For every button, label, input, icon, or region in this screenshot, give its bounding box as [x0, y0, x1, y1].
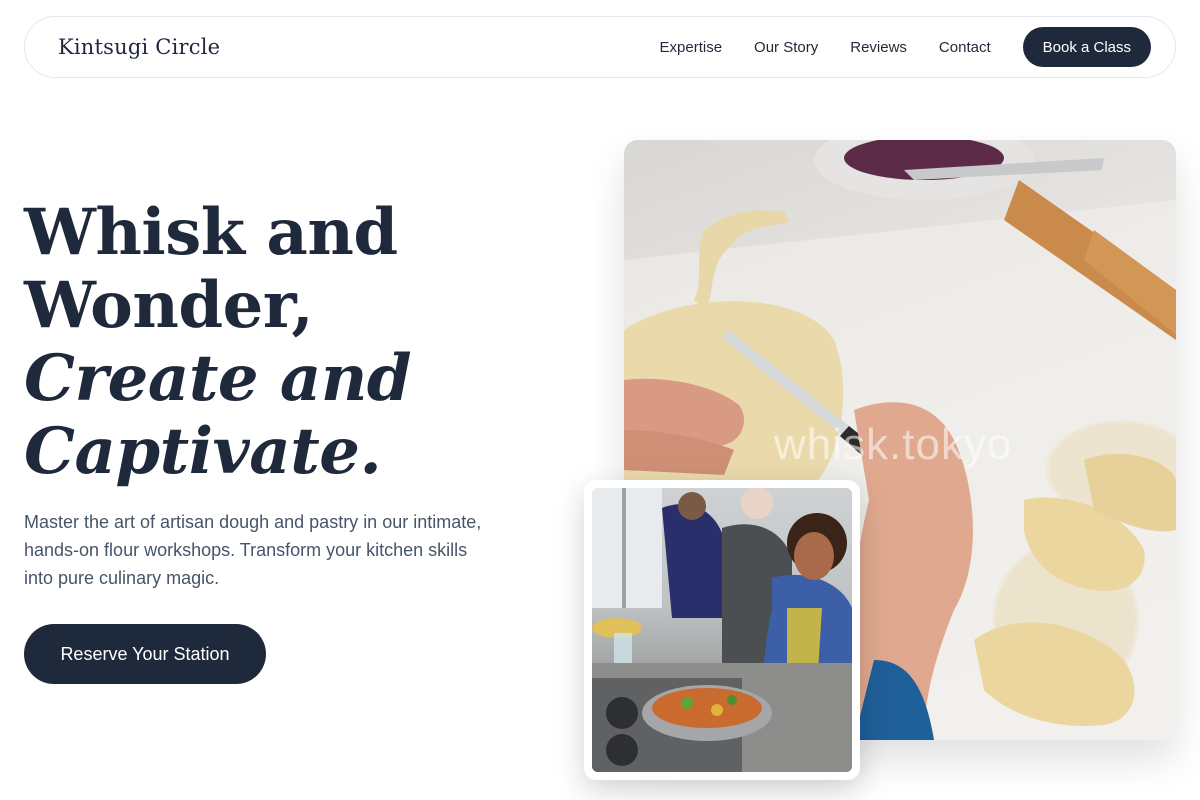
headline-line-4: Captivate. [24, 414, 382, 489]
top-navigation: Kintsugi Circle Expertise Our Story Revi… [24, 16, 1176, 78]
inset-cooking-photo [592, 488, 852, 772]
nav-link-reviews[interactable]: Reviews [850, 39, 907, 56]
brand-logo[interactable]: Kintsugi Circle [58, 35, 220, 59]
nav-link-expertise[interactable]: Expertise [660, 39, 723, 56]
nav-link-contact[interactable]: Contact [939, 39, 991, 56]
headline-line-1: Whisk and [24, 195, 398, 270]
nav-link-our-story[interactable]: Our Story [754, 39, 818, 56]
headline-line-3: Create and [24, 341, 412, 416]
hero-lead-text: Master the art of artisan dough and past… [24, 512, 482, 588]
cooking-class-illustration [592, 488, 852, 772]
headline-line-2: Wonder, [24, 268, 314, 343]
reserve-station-button[interactable]: Reserve Your Station [24, 624, 266, 684]
hero-headline: Whisk and Wonder, Create and Captivate. [24, 196, 584, 488]
photo-watermark: whisk.tokyo [774, 420, 1013, 469]
book-class-button[interactable]: Book a Class [1022, 27, 1151, 67]
nav-links: Expertise Our Story Reviews Contact Book… [660, 27, 1151, 67]
inset-photo-card [584, 480, 860, 780]
